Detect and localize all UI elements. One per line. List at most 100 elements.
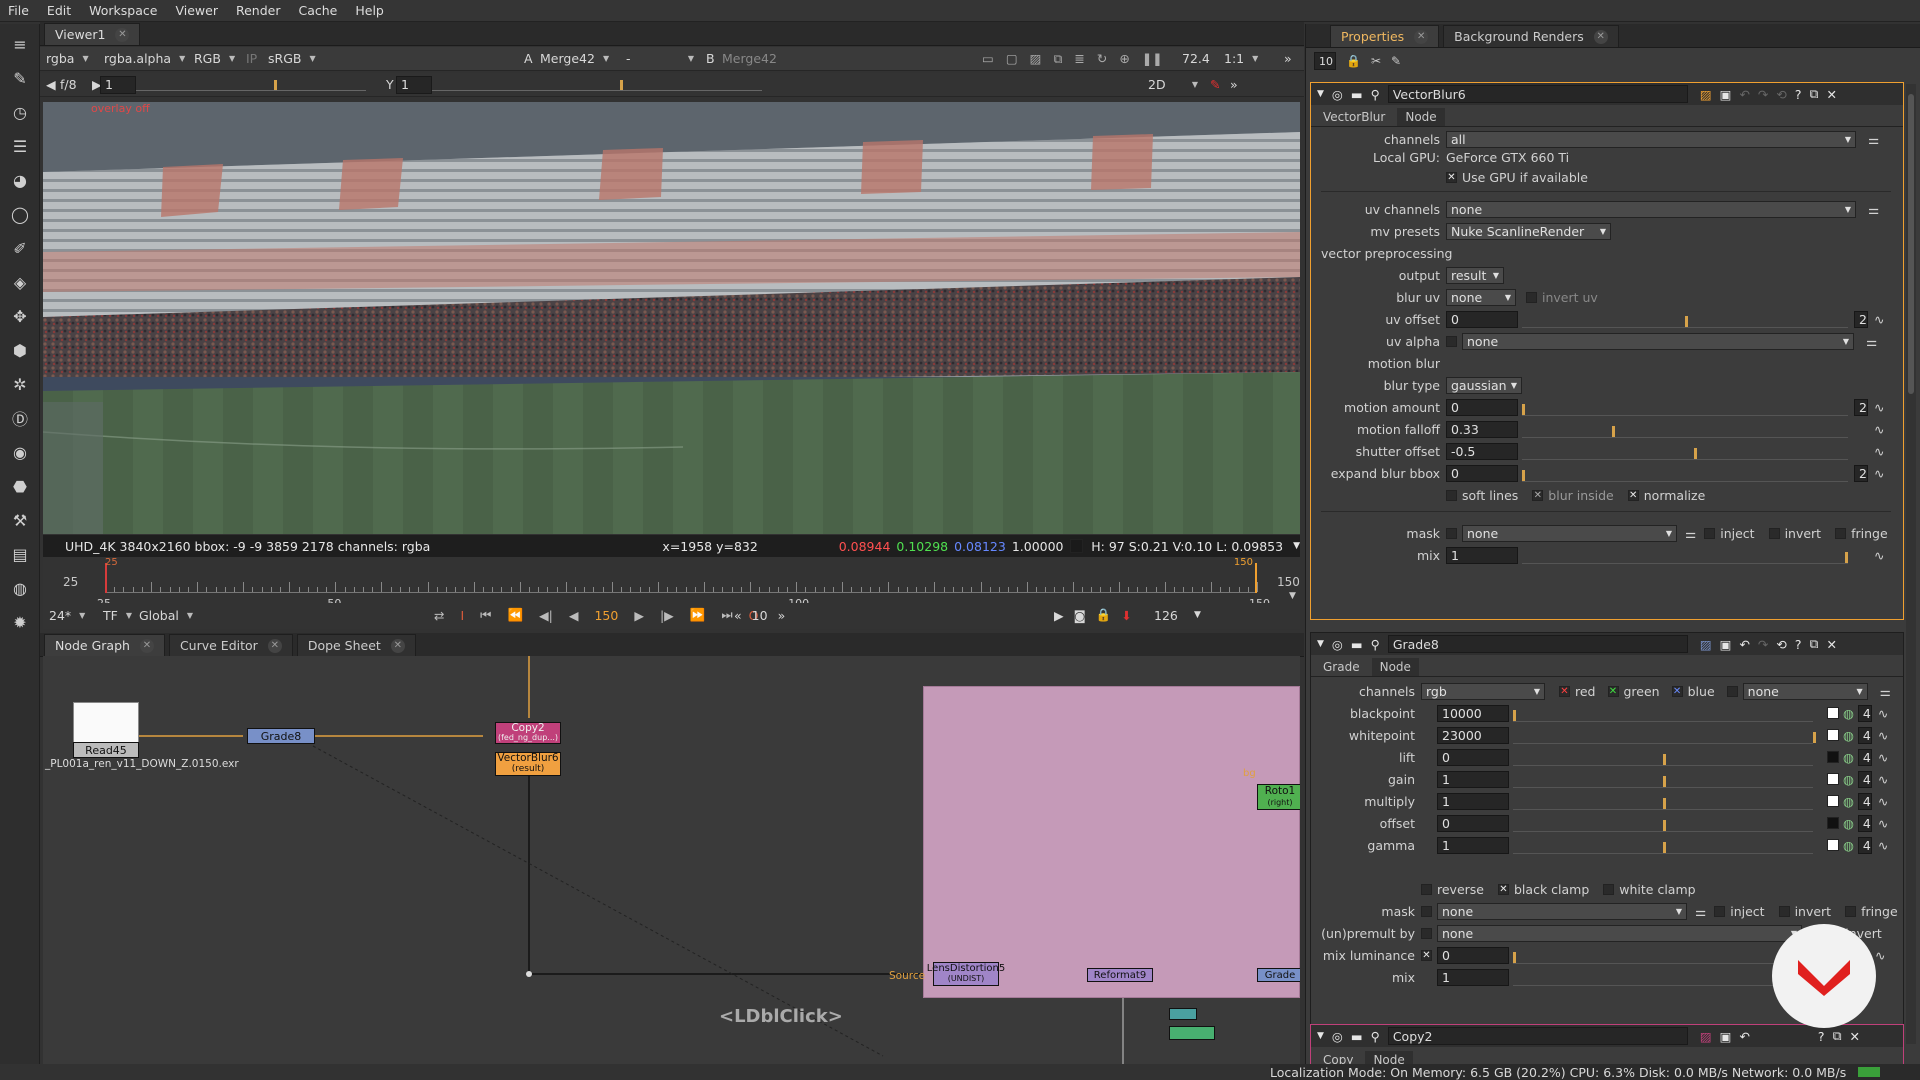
whitepoint-slider[interactable] — [1513, 727, 1816, 744]
timeline-end[interactable]: 150 — [1277, 575, 1300, 589]
node-color-icon[interactable]: ◎ — [1332, 637, 1343, 652]
undo-icon[interactable]: ↶ — [1739, 637, 1749, 652]
node-color-swatch-icon[interactable]: ▨ — [1700, 637, 1712, 652]
fstop-value[interactable]: f/8 — [54, 76, 86, 94]
tf-dropdown[interactable]: TF ▼ — [97, 606, 133, 624]
motion-amount-slider[interactable] — [1522, 399, 1848, 416]
first-frame-icon[interactable]: ⏮ — [480, 607, 491, 623]
tab-curve-editor[interactable]: Curve Editor ✕ — [168, 634, 293, 656]
color-wheel-icon[interactable]: ◍ — [1843, 728, 1854, 743]
mv-presets-dropdown[interactable]: Nuke ScanlineRender ▼ — [1446, 222, 1611, 240]
mask-dropdown[interactable]: none ▼ — [1462, 524, 1677, 542]
tab-node[interactable]: Node — [1397, 108, 1445, 126]
curve-icon[interactable]: ∿ — [1878, 816, 1888, 831]
lift-slider[interactable] — [1513, 749, 1813, 766]
close-icon[interactable]: ✕ — [390, 638, 405, 653]
split-button[interactable]: 4 — [1857, 748, 1872, 766]
revert-icon[interactable]: ⟲ — [1776, 637, 1786, 652]
curve-icon[interactable]: ∿ — [1874, 422, 1884, 437]
color-icon[interactable]: ◕ — [8, 168, 32, 192]
reformat-node[interactable]: Reformat9 — [1087, 968, 1153, 982]
output-dropdown[interactable]: result ▼ — [1446, 266, 1504, 284]
help-icon[interactable]: ? — [1795, 637, 1802, 652]
tab-vectorblur[interactable]: VectorBlur — [1315, 108, 1394, 126]
playhead[interactable] — [1255, 563, 1257, 593]
node-name-field[interactable]: Copy2 — [1387, 1027, 1688, 1045]
red-checkbox[interactable]: ✕ — [1559, 685, 1570, 697]
tab-grade[interactable]: Grade — [1315, 658, 1368, 676]
step-back-icon[interactable]: « — [734, 608, 742, 623]
channel-menu-icon[interactable]: ⚌ — [1866, 334, 1877, 349]
channel-menu-icon[interactable]: ⚌ — [1868, 132, 1879, 147]
invert-uv-checkbox[interactable] — [1526, 291, 1537, 303]
loop-icon[interactable]: ⇄ — [434, 608, 444, 623]
motion-amount-field[interactable]: 0 — [1446, 398, 1518, 416]
transform-icon[interactable]: ✥ — [8, 304, 32, 328]
curve-icon[interactable]: ∿ — [1878, 838, 1888, 853]
render-icon[interactable]: ⬇ — [1121, 608, 1131, 623]
chevron-double-icon[interactable]: » — [1224, 76, 1244, 94]
pin-icon[interactable]: ⚲ — [1371, 1029, 1380, 1044]
read-node-thumbnail[interactable] — [73, 702, 139, 744]
nuke-logo-icon[interactable]: ✹ — [8, 610, 32, 634]
pin-icon[interactable]: ⚲ — [1371, 637, 1380, 652]
color-wheel-icon[interactable]: ◍ — [1843, 750, 1854, 765]
channel-dropdown[interactable]: rgba ▼ — [40, 50, 98, 68]
offset-slider[interactable] — [1513, 815, 1813, 832]
expand-blur-bbox-field[interactable]: 0 — [1446, 464, 1518, 482]
node-name-field[interactable]: VectorBlur6 — [1387, 85, 1688, 103]
lock-icon[interactable]: 🔒 — [1346, 54, 1361, 68]
clip-icon[interactable]: ⊕ — [1119, 51, 1129, 66]
cache-icon[interactable]: ▬ — [1351, 1029, 1363, 1044]
slider-knob[interactable] — [1663, 797, 1666, 809]
grade-node[interactable]: Grade8 — [247, 728, 315, 744]
mask-dropdown[interactable]: none ▼ — [1437, 902, 1687, 920]
split-button[interactable]: 4 — [1857, 792, 1872, 810]
pin-icon[interactable]: ⚲ — [1371, 87, 1380, 102]
small-node-2[interactable] — [1169, 1026, 1215, 1040]
gamma-slider[interactable] — [432, 79, 762, 91]
unpremult-checkbox[interactable] — [1421, 927, 1432, 939]
copy-node[interactable]: Copy2 (fed_ng_dup...) — [495, 722, 561, 744]
display-dropdown[interactable]: RGB ▼ — [188, 50, 240, 68]
slider-knob[interactable] — [1694, 447, 1697, 459]
unpremult-dropdown[interactable]: none▼ — [1437, 924, 1802, 942]
read-node[interactable]: Read45 — [73, 742, 139, 758]
color-swatch[interactable] — [1827, 707, 1839, 719]
prev-frame-icon[interactable]: ◀| — [539, 608, 553, 623]
uv-offset-slider[interactable] — [1522, 311, 1848, 328]
gain-field[interactable]: 1 — [1437, 770, 1509, 788]
furnace-icon[interactable]: ◍ — [8, 576, 32, 600]
close-icon[interactable]: ✕ — [139, 638, 154, 653]
expand-blur-bbox-slider[interactable] — [1522, 465, 1848, 482]
collapse-icon[interactable]: ▼ — [1317, 639, 1324, 649]
viewer-image[interactable]: overlay off — [43, 102, 1300, 534]
blur-type-dropdown[interactable]: gaussian ▼ — [1446, 376, 1522, 394]
menu-viewer[interactable]: Viewer — [175, 3, 218, 18]
close-icon[interactable]: ✕ — [1850, 1029, 1860, 1044]
draw-icon[interactable]: ✐ — [8, 236, 32, 260]
menu-edit[interactable]: Edit — [47, 3, 71, 18]
lock-icon[interactable]: 🔒 — [1096, 607, 1112, 623]
gamma-field[interactable]: 1 — [396, 75, 432, 94]
close-icon[interactable]: ✕ — [1826, 637, 1836, 652]
soft-lines-checkbox[interactable] — [1446, 489, 1457, 501]
split-button[interactable]: 2 — [1854, 310, 1868, 328]
node-graph[interactable]: Read45 _PL001a_ren_v11_DOWN_Z.0150.exr G… — [43, 656, 1300, 1064]
tab-node[interactable]: Node — [1371, 658, 1419, 676]
max-panels-field[interactable]: 10 — [1314, 52, 1336, 70]
channel-icon[interactable]: ☰ — [8, 134, 32, 158]
curve-icon[interactable]: ∿ — [1878, 772, 1888, 787]
float-icon[interactable]: ⧉ — [1810, 636, 1819, 652]
lensdistortion-node[interactable]: LensDistortion5 (UNDIST) — [927, 962, 1005, 986]
gain-slider[interactable] — [136, 79, 366, 91]
blur-uv-dropdown[interactable]: none ▼ — [1446, 288, 1516, 306]
blur-inside-checkbox[interactable]: ✕ — [1532, 489, 1544, 501]
chevron-down-icon[interactable]: ▼ — [1188, 606, 1202, 624]
channel-menu-icon[interactable]: ⚌ — [1685, 526, 1696, 541]
curve-icon[interactable]: ∿ — [1878, 750, 1888, 765]
uv-channels-dropdown[interactable]: none ▼ — [1446, 200, 1856, 218]
group-icon[interactable]: ▣ — [1720, 87, 1732, 102]
gamma-slider-knob[interactable] — [620, 79, 623, 90]
tab-properties[interactable]: Properties ✕ — [1330, 25, 1440, 47]
